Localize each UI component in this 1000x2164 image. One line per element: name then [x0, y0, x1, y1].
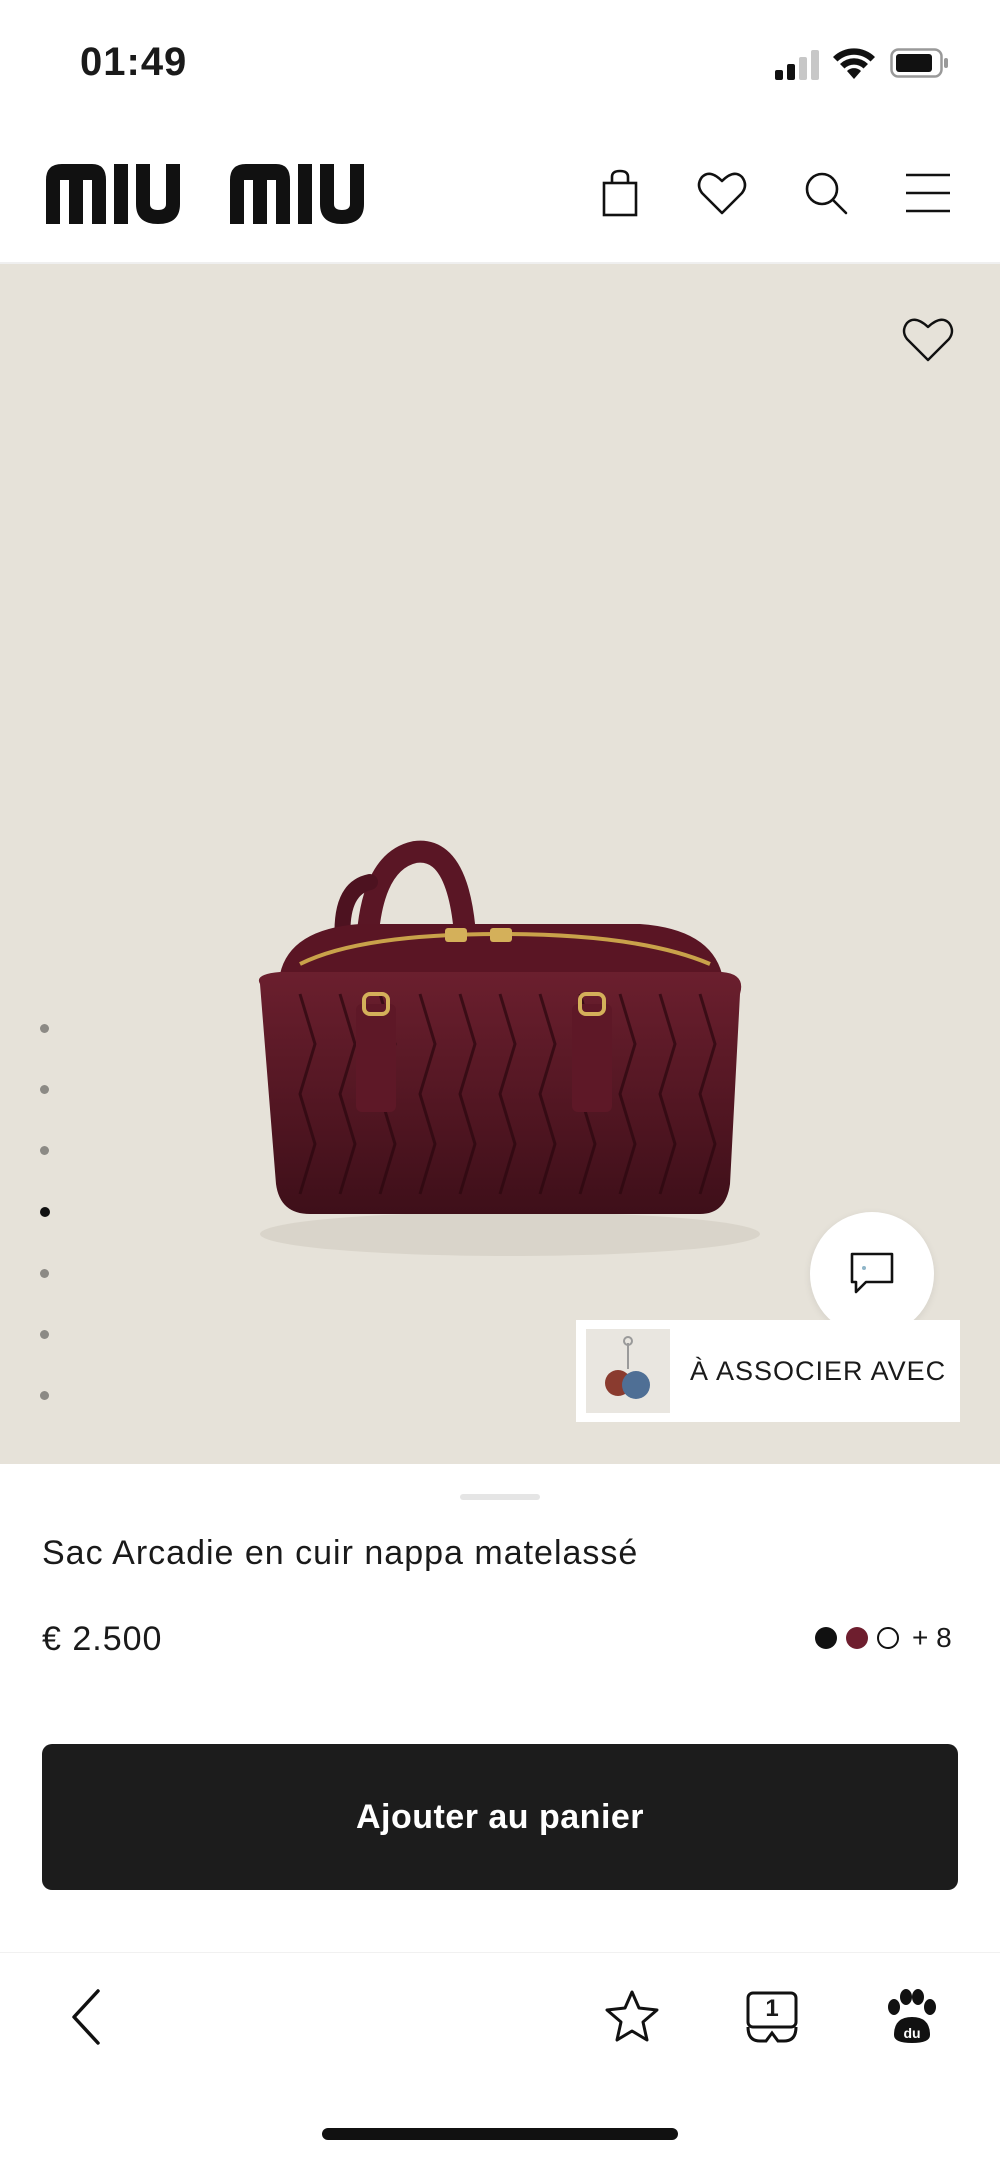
site-header: [0, 120, 1000, 264]
battery-icon: [890, 48, 948, 78]
wifi-icon: [833, 48, 875, 79]
carousel-dot[interactable]: [40, 1330, 49, 1339]
color-swatch-white[interactable]: [877, 1627, 899, 1649]
carousel-dot[interactable]: [40, 1024, 49, 1033]
pair-with-label: À ASSOCIER AVEC: [690, 1355, 947, 1386]
search-icon[interactable]: [798, 165, 854, 221]
shopping-bag-icon[interactable]: [592, 165, 648, 221]
tabs-button[interactable]: 1: [742, 1987, 802, 2047]
baidu-paw-icon[interactable]: du: [880, 1987, 940, 2047]
product-image-carousel[interactable]: À ASSOCIER AVEC: [0, 264, 1000, 1464]
carousel-dot[interactable]: [40, 1085, 49, 1094]
product-price: € 2.500: [42, 1620, 163, 1658]
carousel-dot[interactable]: [40, 1391, 49, 1400]
home-indicator[interactable]: [322, 2128, 678, 2140]
carousel-dot[interactable]: [40, 1269, 49, 1278]
carousel-dot-active[interactable]: [40, 1207, 50, 1217]
back-arrow-icon[interactable]: [58, 1987, 118, 2047]
more-colors-count[interactable]: + 8: [912, 1622, 952, 1654]
tab-count: 1: [765, 1995, 779, 2022]
svg-text:du: du: [903, 2025, 920, 2041]
status-bar: 01:49: [0, 0, 1000, 120]
miu-miu-logo[interactable]: [46, 160, 426, 224]
color-swatch-black[interactable]: [815, 1627, 837, 1649]
status-time: 01:49: [80, 40, 188, 84]
add-to-cart-button[interactable]: Ajouter au panier: [42, 1744, 958, 1890]
pair-with-thumbnail: [586, 1329, 670, 1413]
product-name: Sac Arcadie en cuir nappa matelassé: [42, 1534, 639, 1572]
carousel-indicator[interactable]: [40, 1024, 54, 1452]
carousel-dot[interactable]: [40, 1146, 49, 1155]
heart-icon[interactable]: [694, 165, 750, 221]
add-to-wishlist-icon[interactable]: [900, 314, 956, 364]
color-swatch-burgundy[interactable]: [846, 1627, 868, 1649]
menu-icon[interactable]: [900, 165, 956, 221]
chat-button[interactable]: [810, 1212, 934, 1336]
pair-with-panel[interactable]: À ASSOCIER AVEC: [576, 1320, 960, 1422]
color-swatches[interactable]: + 8: [815, 1622, 952, 1654]
sheet-drag-handle[interactable]: [460, 1494, 540, 1500]
signal-icon: [775, 50, 819, 80]
star-icon[interactable]: [602, 1987, 662, 2047]
chat-bubble-icon: [850, 1252, 894, 1294]
product-image: [258, 840, 760, 1256]
